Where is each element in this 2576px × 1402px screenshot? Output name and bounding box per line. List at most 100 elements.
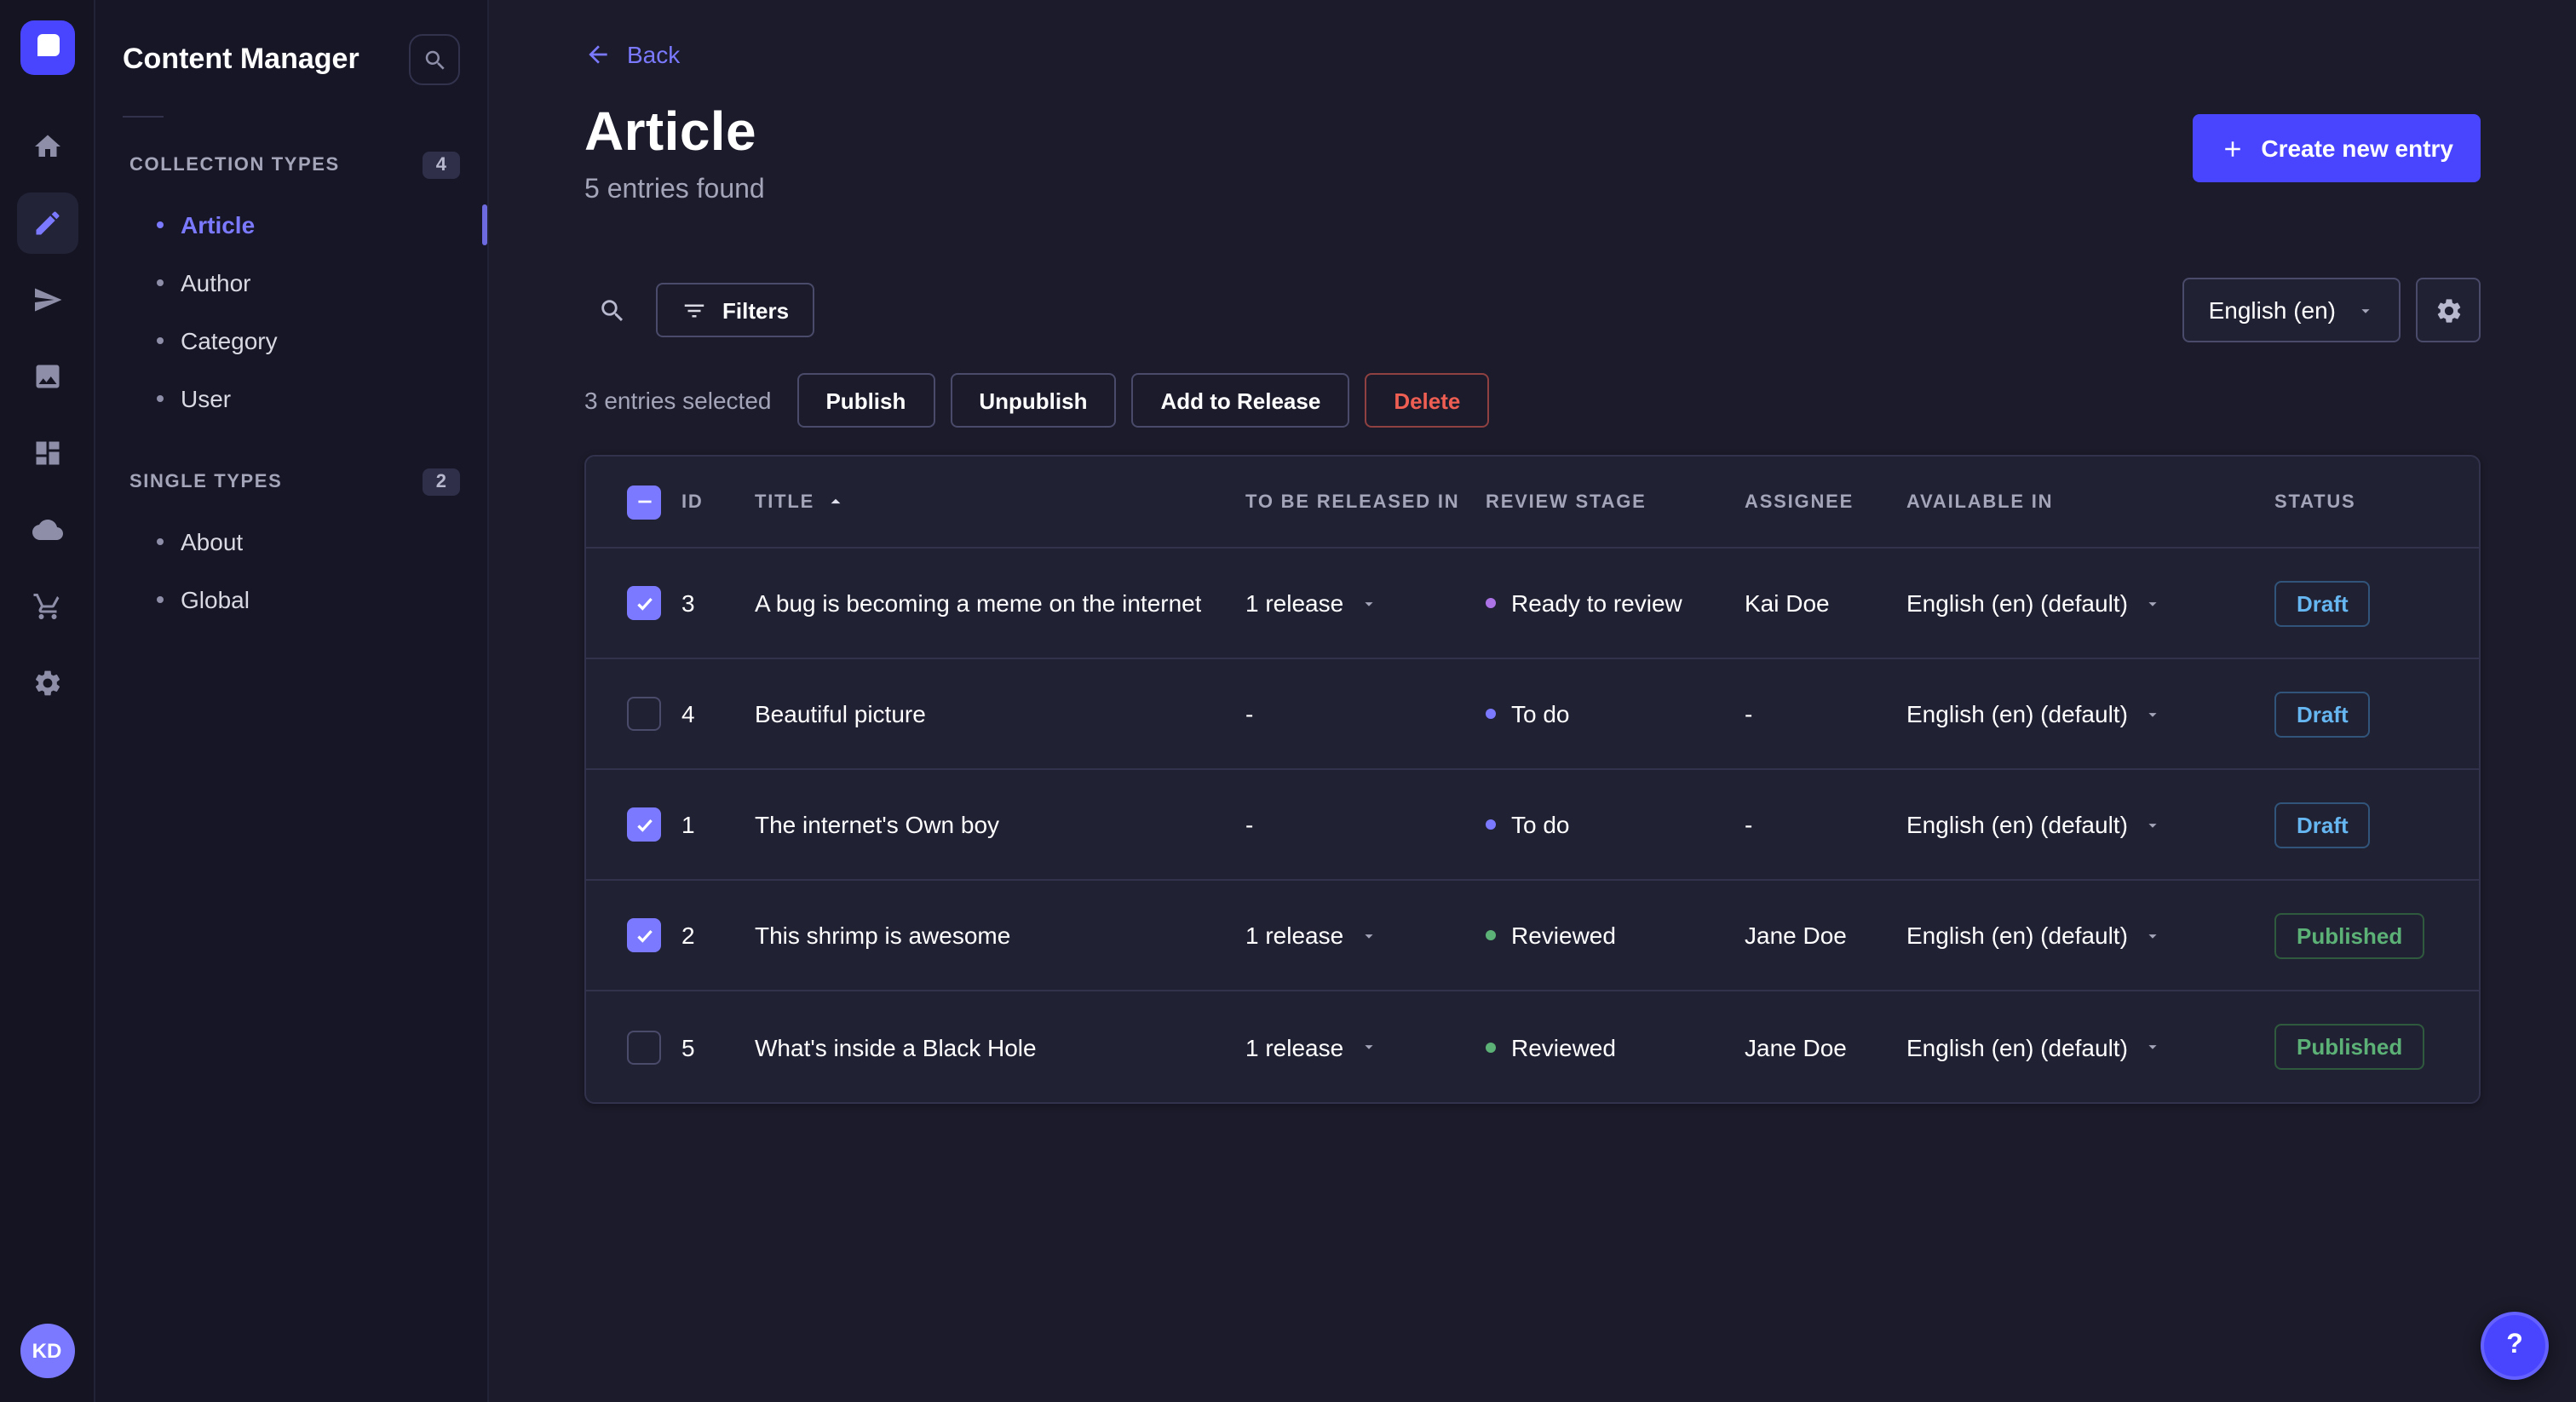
user-avatar[interactable]: KD [20, 1324, 74, 1378]
sidebar-item-category[interactable]: Category [123, 312, 460, 370]
cell-release[interactable]: - [1245, 700, 1486, 727]
cell-review-stage: To do [1486, 700, 1745, 727]
single-types-list: About Global [123, 513, 460, 629]
bullet-icon [157, 538, 164, 545]
review-stage-dot [1486, 598, 1496, 608]
cell-available-in[interactable]: English (en) (default) [1906, 589, 2274, 617]
review-stage-dot [1486, 709, 1496, 719]
locale-select[interactable]: English (en) [2182, 278, 2401, 342]
locale-caret-icon [2148, 601, 2157, 606]
locale-caret-icon [2148, 712, 2157, 716]
entries-selected-count: 3 entries selected [584, 387, 772, 414]
cloud-icon[interactable] [16, 499, 78, 560]
add-to-release-button[interactable]: Add to Release [1131, 373, 1350, 428]
create-new-entry-button[interactable]: Create new entry [2193, 114, 2481, 182]
check-icon [636, 818, 652, 831]
cell-available-in[interactable]: English (en) (default) [1906, 1033, 2274, 1060]
table-row[interactable]: 4 Beautiful picture - To do - English (e… [586, 659, 2479, 770]
cell-id: 3 [681, 589, 695, 617]
sidebar-item-label: About [181, 528, 244, 555]
column-header-assignee: ASSIGNEE [1745, 491, 1854, 512]
sidebar-search-button[interactable] [409, 34, 460, 85]
cell-status: Published [2274, 912, 2438, 958]
cell-release[interactable]: 1 release [1245, 589, 1486, 617]
page-title: Article [584, 101, 756, 162]
cell-available-in[interactable]: English (en) (default) [1906, 922, 2274, 949]
sidebar-title: Content Manager [123, 43, 359, 75]
layout-builder-icon[interactable] [16, 422, 78, 484]
collection-types-list: Article Author Category User [123, 196, 487, 428]
cell-release[interactable]: 1 release [1245, 922, 1486, 949]
row-checkbox[interactable] [627, 1030, 661, 1064]
chevron-down-icon [2361, 308, 2370, 313]
back-label: Back [627, 41, 681, 68]
row-checkbox[interactable] [627, 586, 661, 620]
home-icon[interactable] [16, 116, 78, 177]
gear-icon [2436, 298, 2460, 322]
shopping-cart-icon[interactable] [16, 576, 78, 637]
row-checkbox[interactable] [627, 918, 661, 952]
delete-button[interactable]: Delete [1365, 373, 1490, 428]
locale-caret-icon [2148, 934, 2157, 938]
table-row[interactable]: 2 This shrimp is awesome 1 release Revie… [586, 881, 2479, 991]
select-all-checkbox[interactable] [627, 485, 661, 519]
table-row[interactable]: 3 A bug is becoming a meme on the intern… [586, 549, 2479, 659]
search-icon [601, 299, 623, 321]
table-row[interactable]: 1 The internet's Own boy - To do - Engli… [586, 770, 2479, 881]
row-checkbox[interactable] [627, 807, 661, 842]
table-search-button[interactable] [584, 283, 639, 337]
indeterminate-dash-icon [637, 500, 651, 503]
row-checkbox[interactable] [627, 697, 661, 731]
content-manager-icon[interactable] [16, 192, 78, 254]
media-library-icon[interactable] [16, 346, 78, 407]
column-header-review-stage: REVIEW STAGE [1486, 491, 1647, 512]
sidebar-item-user[interactable]: User [123, 370, 460, 428]
filters-button[interactable]: Filters [656, 283, 815, 337]
filter-icon [684, 303, 704, 317]
bullet-icon [157, 221, 164, 228]
sort-asc-icon [831, 498, 841, 504]
create-new-entry-label: Create new entry [2261, 135, 2453, 162]
cell-title: Beautiful picture [755, 700, 926, 727]
sidebar-item-label: Author [181, 269, 251, 296]
release-caret-icon [1364, 934, 1372, 938]
back-arrow-icon [589, 45, 607, 64]
sidebar-divider [123, 116, 164, 118]
back-link[interactable]: Back [584, 41, 680, 68]
publish-button[interactable]: Publish [796, 373, 935, 428]
table-row[interactable]: 5 What's inside a Black Hole 1 release R… [586, 991, 2479, 1102]
help-button[interactable]: ? [2481, 1312, 2549, 1380]
sidebar-item-global[interactable]: Global [123, 571, 460, 629]
help-question-mark: ? [2506, 1330, 2523, 1359]
single-types-count: 2 [422, 468, 460, 496]
view-settings-button[interactable] [2416, 278, 2481, 342]
sidebar-item-about[interactable]: About [123, 513, 460, 571]
release-caret-icon [1364, 601, 1372, 606]
sidebar-item-author[interactable]: Author [123, 254, 460, 312]
cell-id: 2 [681, 922, 695, 949]
cell-available-in[interactable]: English (en) (default) [1906, 700, 2274, 727]
column-header-id: ID [681, 491, 704, 512]
cell-status: Draft [2274, 580, 2438, 626]
column-header-title[interactable]: TITLE [755, 491, 1245, 513]
cell-assignee: - [1745, 811, 1753, 838]
sidebar-item-label: Category [181, 327, 278, 354]
sidebar-item-label: Global [181, 586, 250, 613]
sidebar-item-article[interactable]: Article [123, 196, 487, 254]
paper-plane-icon[interactable] [16, 269, 78, 330]
locale-caret-icon [2148, 1045, 2157, 1049]
status-badge: Published [2274, 912, 2425, 958]
release-caret-icon [1364, 1045, 1372, 1049]
settings-gear-icon[interactable] [16, 652, 78, 714]
cell-release[interactable]: 1 release [1245, 1033, 1486, 1060]
column-header-status: STATUS [2274, 491, 2356, 512]
cell-available-in[interactable]: English (en) (default) [1906, 811, 2274, 838]
check-icon [636, 928, 652, 942]
strapi-logo[interactable] [20, 20, 74, 75]
cell-release[interactable]: - [1245, 811, 1486, 838]
collection-types-label: COLLECTION TYPES [129, 155, 340, 175]
cell-review-stage: Reviewed [1486, 922, 1745, 949]
cell-title: This shrimp is awesome [755, 922, 1011, 949]
single-types-label: SINGLE TYPES [129, 472, 283, 492]
unpublish-button[interactable]: Unpublish [950, 373, 1117, 428]
